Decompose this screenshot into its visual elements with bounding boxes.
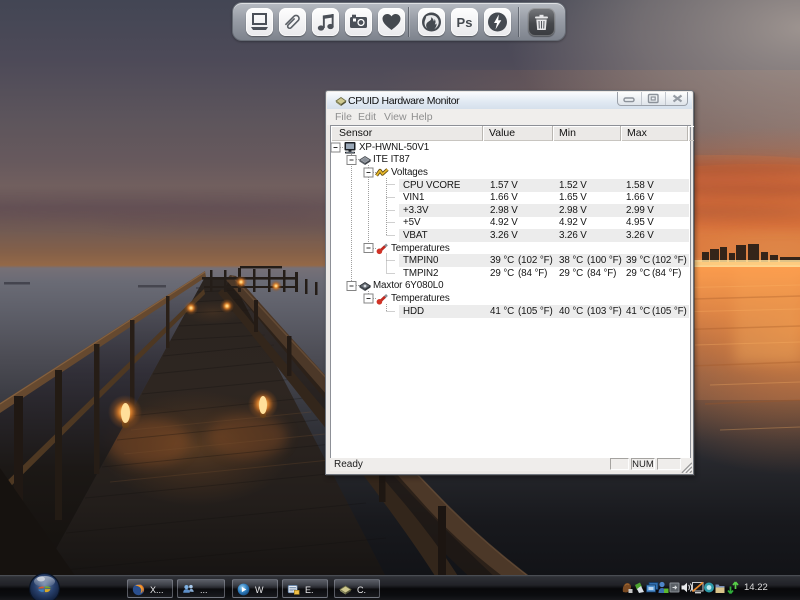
svg-text:Ps: Ps: [457, 15, 473, 30]
